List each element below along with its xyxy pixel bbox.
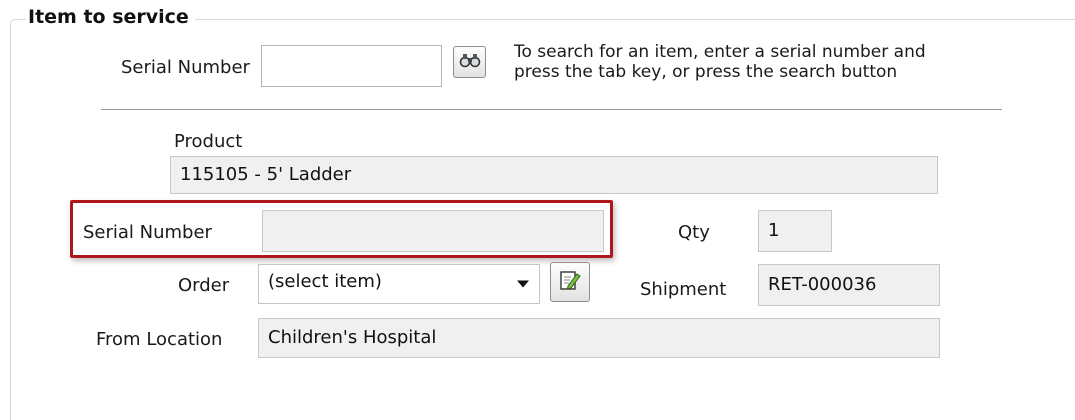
shipment-value: RET-000036 (768, 274, 877, 295)
divider (101, 109, 1002, 110)
order-edit-button[interactable] (550, 262, 590, 302)
group-title: Item to service (26, 6, 195, 28)
qty-value: 1 (768, 220, 780, 241)
order-select[interactable]: (select item) (258, 264, 540, 304)
product-label: Product (174, 131, 243, 152)
shipment-field[interactable]: RET-000036 (758, 264, 940, 306)
search-hint-line-1: To search for an item, enter a serial nu… (514, 42, 926, 62)
search-serial-number-input[interactable] (261, 45, 442, 87)
chevron-down-icon (517, 280, 529, 288)
order-selected-value: (select item) (268, 271, 382, 292)
qty-field[interactable]: 1 (758, 210, 832, 252)
product-field[interactable]: 115105 - 5' Ladder (170, 156, 938, 194)
shipment-label: Shipment (640, 279, 727, 300)
product-value: 115105 - 5' Ladder (180, 164, 352, 185)
qty-label: Qty (678, 222, 710, 243)
binoculars-icon (459, 52, 481, 73)
from-location-field[interactable]: Children's Hospital (258, 318, 940, 358)
search-hint-line-2: press the tab key, or press the search b… (514, 62, 898, 82)
edit-icon (558, 268, 582, 297)
search-hint: To search for an item, enter a serial nu… (514, 42, 926, 82)
serial-number-highlight (70, 200, 613, 258)
order-label: Order (178, 275, 230, 296)
search-serial-number-label: Serial Number (121, 57, 250, 78)
search-button[interactable] (453, 46, 486, 78)
from-location-value: Children's Hospital (268, 327, 437, 348)
from-location-label: From Location (96, 329, 223, 350)
